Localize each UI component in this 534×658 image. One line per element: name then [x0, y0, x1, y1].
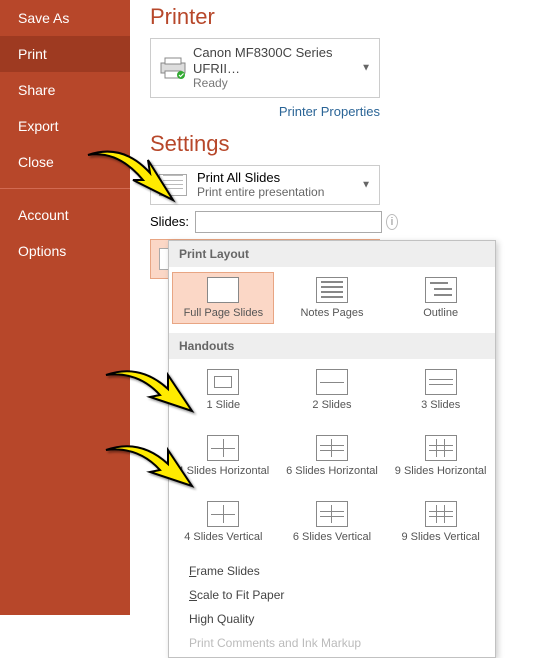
print-all-label: Print All Slides	[197, 170, 371, 186]
sidebar-item-print[interactable]: Print	[0, 36, 130, 72]
grid-1-icon	[207, 369, 239, 395]
sidebar-item-options[interactable]: Options	[0, 233, 130, 269]
annotation-arrow-2	[98, 367, 198, 432]
grid-6v-icon	[316, 501, 348, 527]
frame-slides-option[interactable]: Frame Slides	[169, 559, 495, 583]
sidebar-item-share[interactable]: Share	[0, 72, 130, 108]
notes-pages-icon	[316, 277, 348, 303]
dropdown-footer: Frame Slides Scale to Fit Paper High Qua…	[169, 557, 495, 657]
grid-3-icon	[425, 369, 457, 395]
sidebar: Save As Print Share Export Close Account…	[0, 0, 130, 615]
settings-title: Settings	[150, 131, 514, 157]
info-icon[interactable]: i	[386, 214, 398, 230]
chevron-down-icon: ▼	[361, 179, 371, 190]
print-comments-option: Print Comments and Ink Markup	[169, 631, 495, 655]
grid-2-icon	[316, 369, 348, 395]
layout-outline[interactable]: Outline	[391, 273, 491, 323]
printer-info: Canon MF8300C Series UFRII… Ready	[193, 45, 371, 91]
high-quality-option[interactable]: High Quality	[169, 607, 495, 631]
handout-6v[interactable]: 6 Slides Vertical	[282, 497, 382, 547]
grid-6h-icon	[316, 435, 348, 461]
grid-4h-icon	[207, 435, 239, 461]
outline-icon	[425, 277, 457, 303]
print-all-slides-dropdown[interactable]: Print All Slides Print entire presentati…	[150, 165, 380, 205]
layout-notes-pages[interactable]: Notes Pages	[282, 273, 382, 323]
handout-9h[interactable]: 9 Slides Horizontal	[391, 431, 491, 481]
grid-9v-icon	[425, 501, 457, 527]
sidebar-item-saveas[interactable]: Save As	[0, 0, 130, 36]
handout-2-slides[interactable]: 2 Slides	[282, 365, 382, 415]
printer-icon	[159, 57, 187, 79]
handouts-header: Handouts	[169, 333, 495, 359]
printer-properties-link[interactable]: Printer Properties	[150, 104, 380, 119]
annotation-arrow-3	[98, 442, 198, 507]
sidebar-item-export[interactable]: Export	[0, 108, 130, 144]
layout-full-page[interactable]: Full Page Slides	[173, 273, 273, 323]
printer-name: Canon MF8300C Series UFRII…	[193, 45, 371, 76]
handout-3-slides[interactable]: 3 Slides	[391, 365, 491, 415]
grid-9h-icon	[425, 435, 457, 461]
print-layout-header: Print Layout	[169, 241, 495, 267]
printer-dropdown[interactable]: Canon MF8300C Series UFRII… Ready ▼	[150, 38, 380, 98]
grid-4v-icon	[207, 501, 239, 527]
scale-to-fit-option[interactable]: Scale to Fit Paper	[169, 583, 495, 607]
handout-6h[interactable]: 6 Slides Horizontal	[282, 431, 382, 481]
annotation-arrow-1	[78, 145, 178, 230]
print-all-sub: Print entire presentation	[197, 185, 371, 199]
printer-status: Ready	[193, 76, 371, 90]
chevron-down-icon: ▼	[361, 62, 371, 73]
layout-dropdown-panel: Print Layout Full Page Slides Notes Page…	[168, 240, 496, 658]
slides-input[interactable]	[195, 211, 382, 233]
handout-9v[interactable]: 9 Slides Vertical	[391, 497, 491, 547]
full-page-icon	[207, 277, 239, 303]
printer-title: Printer	[150, 4, 514, 30]
